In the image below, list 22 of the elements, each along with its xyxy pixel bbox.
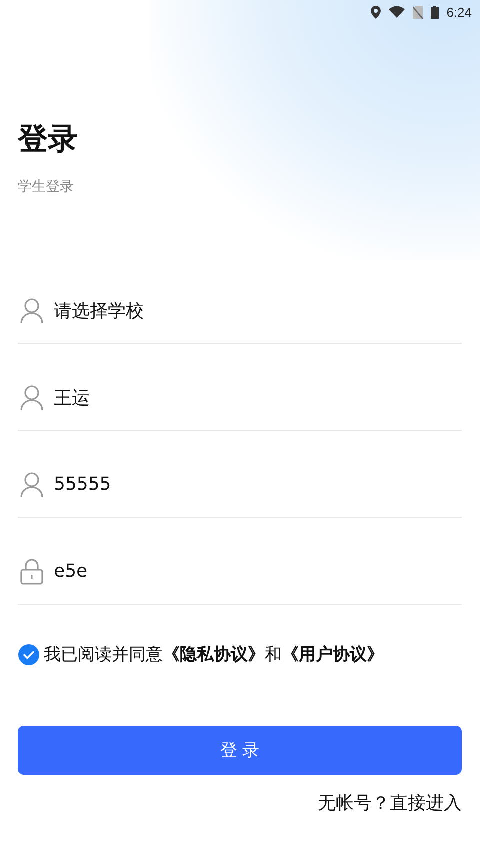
page-title: 登录: [18, 121, 79, 159]
user-icon: [20, 298, 44, 324]
status-time: 6:24: [446, 4, 472, 20]
agreement-text: 和: [265, 644, 282, 666]
user-icon: [20, 384, 44, 410]
input-field[interactable]: 王运: [54, 387, 434, 408]
no-sim-icon: [412, 6, 423, 18]
login-button[interactable]: 登 录: [18, 726, 462, 775]
agreement-link[interactable]: 《隐私协议》: [163, 643, 265, 666]
input-field[interactable]: 55555: [54, 474, 434, 495]
user-icon: [20, 472, 44, 498]
wifi-icon: [388, 6, 405, 18]
agreement-text: 我已阅读并同意: [44, 644, 163, 666]
page-subtitle: 学生登录: [18, 178, 75, 196]
lock-icon: [20, 558, 44, 584]
location-icon: [370, 6, 381, 18]
guest-link[interactable]: 无帐号？直接进入: [318, 791, 462, 815]
checkbox[interactable]: [18, 644, 40, 666]
agreement-link[interactable]: 《用户协议》: [282, 643, 384, 666]
battery-icon: [430, 6, 439, 18]
input-field[interactable]: e5e: [54, 561, 434, 582]
input-field[interactable]: 请选择学校: [54, 300, 434, 321]
